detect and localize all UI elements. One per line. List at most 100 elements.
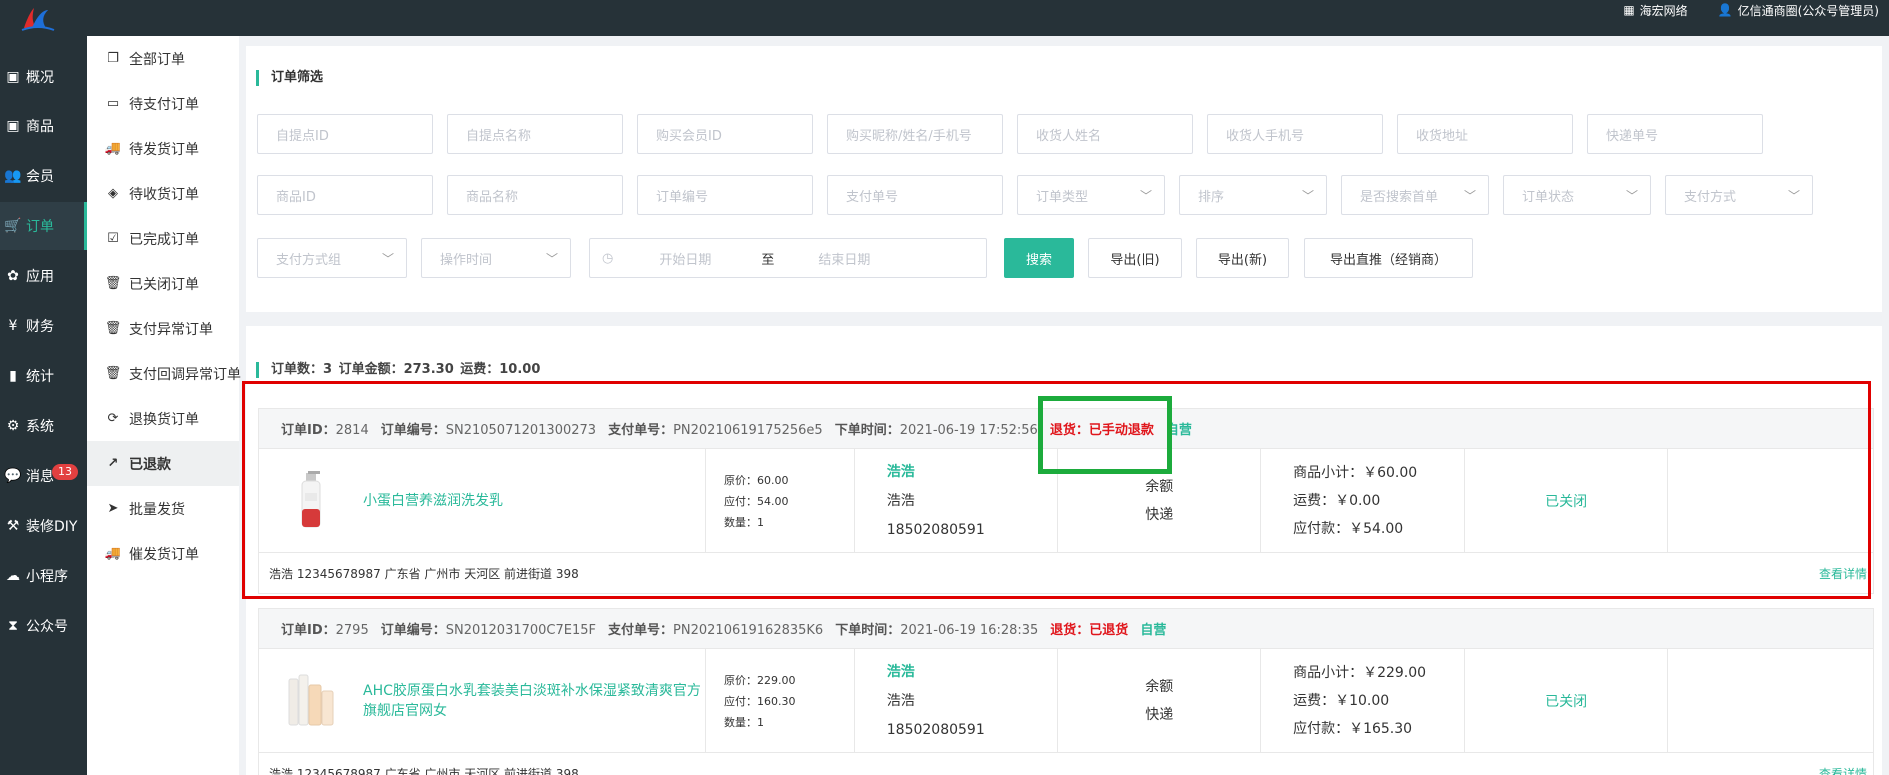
sidebar-item-apps[interactable]: ✿ 应用 [0, 252, 87, 300]
product-image[interactable] [287, 671, 335, 731]
brand-logo[interactable] [20, 6, 56, 32]
truck-icon: 🚚 [104, 546, 122, 561]
status-cell: 已关闭 [1465, 449, 1669, 553]
chevron-down-icon: ﹀ [1787, 188, 1800, 203]
sidebar-item-orders[interactable]: 🛒 订单 [0, 202, 87, 250]
company-name: 海宏网络 [1639, 3, 1688, 18]
results-panel: 订单数：3 订单金额：273.30 运费：10.00 订单ID：2814 订单编… [246, 326, 1882, 775]
start-date-input[interactable]: 开始日期 [659, 249, 759, 268]
order-id: 2795 [335, 623, 369, 638]
search-button[interactable]: 搜索 [1004, 238, 1074, 278]
subnav-refunded[interactable]: ↗ 已退款 [87, 441, 239, 486]
view-detail-link[interactable]: 查看详情 [1819, 765, 1867, 775]
card-icon: ▭ [106, 96, 120, 111]
order-footer: 浩浩 12345678987 广东省 广州市 天河区 前进街道 398 查看详情 [259, 753, 1873, 775]
freight-amount: 运费：￥0.00 [1293, 493, 1381, 509]
trash-icon: 🗑 [104, 366, 122, 381]
subnav-pending-shipment[interactable]: 🚚 待发货订单 [87, 126, 239, 171]
trash-icon: 🗑 [104, 321, 122, 336]
subnav-callback-error[interactable]: 🗑 支付回调异常订单 [87, 351, 241, 396]
company-menu[interactable]: ▦ 海宏网络 [1623, 2, 1687, 19]
quantity: 数量：1 [724, 715, 764, 729]
sidebar-item-miniprogram[interactable]: ☁ 小程序 [0, 552, 87, 600]
chevron-down-icon: ﹀ [1463, 188, 1476, 203]
filter-panel: 订单筛选 自提点ID 自提点名称 购买会员ID 购买昵称/姓名/手机号 收货人姓… [246, 46, 1882, 312]
sidebar-item-official-account[interactable]: ⧗ 公众号 [0, 602, 87, 650]
chevron-down-icon: ﹀ [545, 251, 558, 266]
sidebar-item-system[interactable]: ⚙ 系统 [0, 402, 87, 450]
buyer-name-link[interactable]: 浩浩 [887, 458, 1058, 487]
message-count-badge: 13 [52, 464, 78, 480]
clock-icon: ◷ [602, 250, 614, 266]
address-input[interactable]: 收货地址 [1397, 114, 1573, 154]
sidebar-item-overview[interactable]: ▣ 概况 [0, 53, 87, 101]
subnav-batch-ship[interactable]: ➤ 批量发货 [87, 486, 239, 531]
goods-name-input[interactable]: 商品名称 [447, 175, 623, 215]
sidebar-item-members[interactable]: 👥 会员 [0, 152, 87, 200]
check-square-icon: ☑ [107, 231, 119, 246]
sidebar-item-goods[interactable]: ▣ 商品 [0, 102, 87, 150]
status-cell: 已关闭 [1465, 649, 1669, 753]
payment-group-select[interactable]: 支付方式组 ﹀ [257, 238, 407, 278]
copy-icon: ❐ [107, 51, 119, 66]
chevron-down-icon: ﹀ [1301, 188, 1314, 203]
dashboard-icon: ▣ [6, 69, 20, 85]
subnav-urge-ship[interactable]: 🚚 催发货订单 [87, 531, 239, 576]
product-image[interactable] [287, 471, 335, 531]
subnav-pending-receipt[interactable]: ◈ 待收货订单 [87, 171, 239, 216]
sort-select[interactable]: 排序 ﹀ [1179, 175, 1327, 215]
goods-id-input[interactable]: 商品ID [257, 175, 433, 215]
receiver-name-input[interactable]: 收货人姓名 [1017, 114, 1193, 154]
product-name[interactable]: 小蛋白营养滋润洗发乳 [363, 491, 705, 511]
payment-method-select[interactable]: 支付方式 ﹀ [1665, 175, 1813, 215]
return-status: 退货：已手动退款 [1049, 423, 1154, 438]
buyer-input[interactable]: 购买昵称/姓名/手机号 [827, 114, 1003, 154]
goods-icon: ▣ [6, 118, 20, 134]
subnav-all-orders[interactable]: ❐ 全部订单 [87, 36, 239, 81]
subnav-payment-error[interactable]: 🗑 支付异常订单 [87, 306, 239, 351]
shipping-address: 浩浩 12345678987 广东省 广州市 天河区 前进街道 398 [269, 766, 579, 775]
payment-cell: 余额 快递 [1058, 449, 1262, 553]
product-name[interactable]: AHC胶原蛋白水乳套装美白淡斑补水保湿紧致清爽官方旗舰店官网女 [363, 681, 705, 721]
member-id-input[interactable]: 购买会员ID [637, 114, 813, 154]
subnav-returns[interactable]: ⟳ 退换货订单 [87, 396, 239, 441]
user-menu[interactable]: 👤 亿信通商圈(公众号管理员) [1718, 2, 1879, 19]
payment-sn: PN20210619162835K6 [673, 623, 824, 638]
order-type-select[interactable]: 订单类型 ﹀ [1017, 175, 1165, 215]
receiver-phone-input[interactable]: 收货人手机号 [1207, 114, 1383, 154]
order-status-select[interactable]: 订单状态 ﹀ [1503, 175, 1651, 215]
payable-amount: 应付款：￥165.30 [1293, 721, 1413, 737]
order-body: AHC胶原蛋白水乳套装美白淡斑补水保湿紧致清爽官方旗舰店官网女 原价：229.0… [259, 649, 1873, 753]
pickup-id-input[interactable]: 自提点ID [257, 114, 433, 154]
self-operated-tag: 自营 [1165, 423, 1192, 438]
chevron-down-icon: ﹀ [1139, 188, 1152, 203]
payment-sn-input[interactable]: 支付单号 [827, 175, 1003, 215]
chevron-down-icon: ﹀ [381, 251, 394, 266]
sidebar-item-diy[interactable]: ⚒ 装修DIY [0, 502, 87, 550]
export-old-button[interactable]: 导出(旧) [1088, 238, 1182, 278]
export-new-button[interactable]: 导出(新) [1196, 238, 1289, 278]
sidebar-item-finance[interactable]: ¥ 财务 [0, 302, 87, 350]
subnav-completed[interactable]: ☑ 已完成订单 [87, 216, 239, 261]
order-footer: 浩浩 12345678987 广东省 广州市 天河区 前进街道 398 查看详情 [259, 553, 1873, 593]
sidebar-item-stats[interactable]: ▮ 统计 [0, 352, 87, 400]
order-sn-input[interactable]: 订单编号 [637, 175, 813, 215]
chat-icon: 💬 [4, 468, 22, 484]
freight-amount: 运费：￥10.00 [1293, 693, 1390, 709]
view-detail-link[interactable]: 查看详情 [1819, 565, 1867, 582]
export-direct-button[interactable]: 导出直推（经销商） [1304, 238, 1473, 278]
payment-method: 余额 [1145, 679, 1174, 695]
main-sidebar: ▣ 概况 ▣ 商品 👥 会员 🛒 订单 ✿ 应用 ¥ 财务 ▮ 统计 ⚙ 系统 💬 消息 13 ⚒… [0, 36, 87, 775]
end-date-input[interactable]: 结束日期 [818, 249, 870, 268]
order-status: 已关闭 [1545, 494, 1588, 510]
due-price: 应付：54.00 [724, 494, 789, 508]
subnav-closed[interactable]: 🗑 已关闭订单 [87, 261, 239, 306]
pickup-name-input[interactable]: 自提点名称 [447, 114, 623, 154]
first-order-select[interactable]: 是否搜索首单 ﹀ [1341, 175, 1489, 215]
operation-time-select[interactable]: 操作时间 ﹀ [421, 238, 571, 278]
buyer-name-link[interactable]: 浩浩 [887, 658, 1058, 687]
tracking-number-input[interactable]: 快递单号 [1587, 114, 1763, 154]
subnav-pending-payment[interactable]: ▭ 待支付订单 [87, 81, 239, 126]
payment-sn: PN20210619175256e5 [673, 423, 823, 438]
date-range-picker[interactable]: ◷ 开始日期 至 结束日期 [589, 238, 987, 278]
